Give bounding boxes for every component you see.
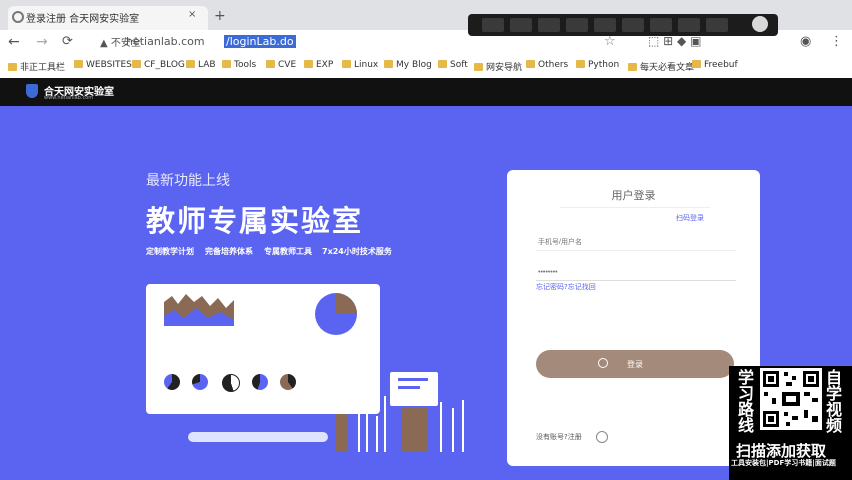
donut-chart-icon xyxy=(192,374,208,390)
qr-code-icon[interactable] xyxy=(760,368,822,430)
site-header xyxy=(0,78,852,106)
recording-tool-button[interactable] xyxy=(482,18,504,32)
promo-right-column: 自 学 视 频 xyxy=(826,370,844,434)
hero-title: 教师专属实验室 xyxy=(146,204,364,238)
document-line xyxy=(398,378,428,381)
recording-tool-button[interactable] xyxy=(594,18,616,32)
tab-close-icon[interactable]: × xyxy=(188,9,196,20)
hero-subtitle: 最新功能上线 xyxy=(146,173,230,189)
feature-label: 专属教师工具 xyxy=(264,247,312,256)
decorative-pole xyxy=(440,402,442,452)
donut-chart-icon xyxy=(222,374,240,392)
recording-tool-button[interactable] xyxy=(678,18,700,32)
bookmark-item[interactable]: Freebuf xyxy=(692,60,738,70)
login-card xyxy=(507,170,760,466)
login-divider xyxy=(560,207,710,208)
bookmark-item[interactable]: 每天必看文章 xyxy=(628,60,694,73)
bookmark-item[interactable]: Linux xyxy=(342,60,378,70)
bookmark-item[interactable]: EXP xyxy=(304,60,333,70)
forward-button[interactable]: → xyxy=(36,34,48,50)
decorative-pole xyxy=(462,400,464,452)
donut-chart-icon xyxy=(252,374,268,390)
recording-tool-button[interactable] xyxy=(650,18,672,32)
url-host[interactable]: hetianlab.com xyxy=(126,35,205,48)
browser-menu-icon[interactable]: ⋮ xyxy=(830,34,843,49)
decorative-pole xyxy=(366,404,368,452)
new-tab-button[interactable]: + xyxy=(214,8,226,24)
bookmark-star-icon[interactable]: ☆ xyxy=(604,34,616,49)
login-title: 用户登录 xyxy=(611,189,656,202)
decorative-pole xyxy=(376,416,378,452)
document-line xyxy=(398,386,420,389)
recording-tool-button[interactable] xyxy=(622,18,644,32)
power-icon[interactable] xyxy=(752,16,768,32)
url-path-selected[interactable]: /loginLab.do xyxy=(224,35,296,48)
loading-icon xyxy=(598,358,608,368)
bookmark-item[interactable]: LAB xyxy=(186,60,216,70)
bookmark-item[interactable]: CF_BLOG xyxy=(132,60,185,70)
username-input[interactable] xyxy=(536,234,736,251)
donut-chart-icon xyxy=(280,374,296,390)
tab-title: 登录注册 合天网安实验室 xyxy=(26,14,140,25)
bookmark-item[interactable]: CVE xyxy=(266,60,296,70)
bookmark-item[interactable]: Python xyxy=(576,60,619,70)
promo-left-column: 学 习 路 线 xyxy=(738,370,756,434)
extension-icons[interactable]: ⬚ ⊞ ◆ ▣ xyxy=(648,34,701,48)
bookmark-item[interactable]: 网安导航 xyxy=(474,60,522,73)
back-button[interactable]: ← xyxy=(8,34,20,50)
bookmark-item[interactable]: Soft xyxy=(438,60,468,70)
promo-subtext: 工具安装包|PDF学习书籍|面试题 xyxy=(731,459,836,467)
recording-tool-button[interactable] xyxy=(510,18,532,32)
bookmark-item[interactable]: Others xyxy=(526,60,568,70)
figure-illustration xyxy=(336,414,348,452)
donut-chart-icon xyxy=(164,374,180,390)
area-chart-illustration xyxy=(164,294,234,326)
feature-label: 完备培养体系 xyxy=(205,247,253,256)
site-logo-subtext: www.hetianlab.com xyxy=(44,95,94,101)
recording-tool-button[interactable] xyxy=(566,18,588,32)
password-input[interactable] xyxy=(536,264,736,281)
recording-tool-button[interactable] xyxy=(538,18,560,32)
profile-icon[interactable]: ◉ xyxy=(800,34,811,49)
circle-icon xyxy=(596,431,608,443)
promo-char: 频 xyxy=(826,416,843,435)
decorative-pole xyxy=(384,396,386,452)
recording-tool-button[interactable] xyxy=(706,18,728,32)
forgot-password-link[interactable]: 忘记密码?忘记找回 xyxy=(536,282,596,292)
bookmark-item[interactable]: WEBSITES xyxy=(74,60,132,70)
decorative-pole xyxy=(452,408,454,452)
decorative-bar xyxy=(188,432,328,442)
login-button[interactable]: 登录 xyxy=(536,350,734,378)
qr-login-switch[interactable]: 扫码登录 xyxy=(676,213,704,223)
decorative-pole xyxy=(358,412,360,452)
reload-button[interactable]: ⟳ xyxy=(62,34,73,49)
figure-illustration xyxy=(402,408,428,452)
tab-favicon-icon xyxy=(12,11,24,23)
shield-logo-icon[interactable] xyxy=(26,84,38,98)
bookmark-item[interactable]: Tools xyxy=(222,60,256,70)
bookmark-item[interactable]: 非正工具栏 xyxy=(8,60,65,73)
feature-label: 7x24小时技术服务 xyxy=(322,247,392,256)
bookmark-item[interactable]: My Blog xyxy=(384,60,432,70)
promo-char: 线 xyxy=(738,416,755,435)
register-link[interactable]: 没有账号?注册 xyxy=(536,432,582,442)
pie-chart-illustration xyxy=(315,293,357,335)
feature-label: 定制教学计划 xyxy=(146,247,194,256)
